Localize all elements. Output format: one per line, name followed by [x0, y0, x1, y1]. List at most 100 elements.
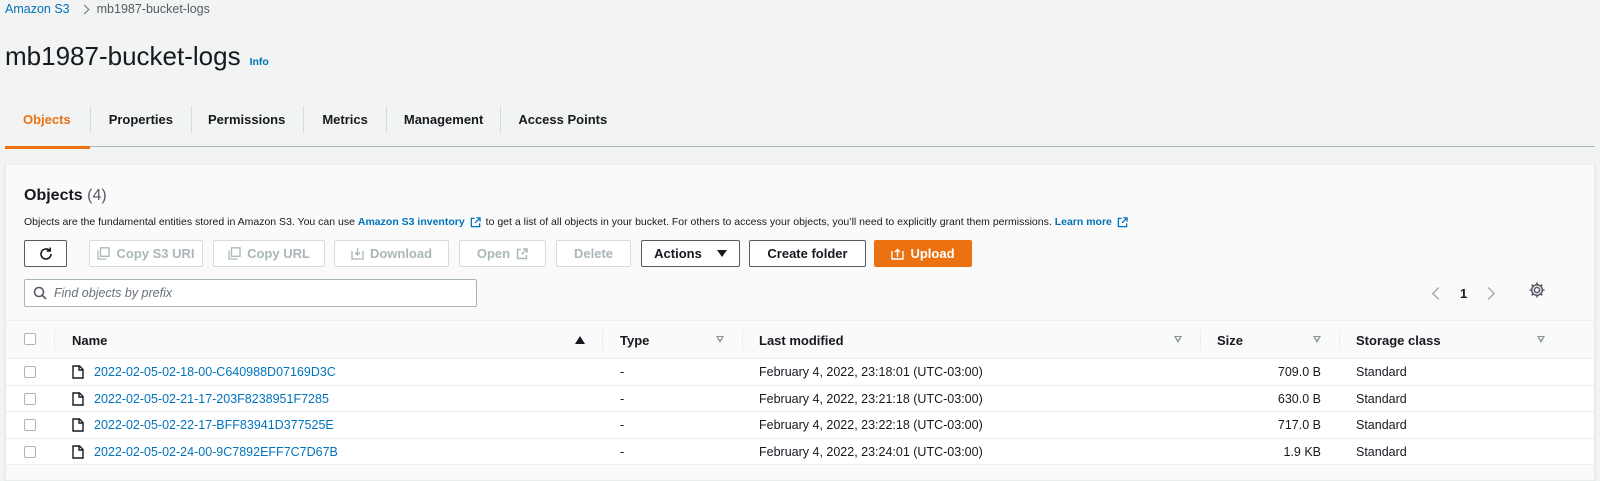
tab-access-points[interactable]: Access Points	[501, 105, 624, 147]
description-text: to get a list of all objects in your buc…	[485, 216, 1052, 228]
gear-icon[interactable]	[1528, 281, 1546, 299]
tab-permissions[interactable]: Permissions	[192, 105, 303, 147]
table-row[interactable]: 2022-02-05-02-22-17-BFF83941D377525E - F…	[6, 412, 1594, 439]
external-link-icon	[516, 247, 528, 259]
create-folder-button[interactable]: Create folder	[749, 240, 866, 267]
objects-description: Objects are the fundamental entities sto…	[24, 216, 1133, 228]
pagination: 1	[1432, 279, 1496, 307]
breadcrumb-chevron-icon	[79, 4, 90, 14]
column-divider	[1200, 330, 1201, 350]
page-title: mb1987-bucket-logs	[5, 41, 241, 71]
row-checkbox[interactable]	[24, 445, 36, 458]
caret-down-icon	[716, 249, 727, 257]
open-button[interactable]: Open	[459, 240, 546, 267]
object-type: -	[620, 418, 625, 432]
tab-label: Access Points	[518, 112, 608, 127]
object-name-link[interactable]: 2022-02-05-02-22-17-BFF83941D377525E	[94, 412, 334, 438]
tab-label: Management	[403, 112, 484, 127]
tab-objects[interactable]: Objects	[5, 105, 90, 149]
page-header: mb1987-bucket-logs Info	[5, 41, 269, 72]
object-name-link[interactable]: 2022-02-05-02-24-00-9C7892EFF7C7D67B	[94, 439, 338, 465]
download-icon	[351, 248, 364, 260]
chevron-left-icon[interactable]	[1432, 286, 1445, 300]
learn-more-link[interactable]: Learn more	[1055, 216, 1112, 228]
object-name-link[interactable]: 2022-02-05-02-18-00-C640988D07169D3C	[94, 359, 336, 385]
delete-button[interactable]: Delete	[556, 240, 631, 267]
object-type: -	[620, 365, 625, 379]
sort-icon[interactable]	[1537, 336, 1545, 343]
object-last-modified: February 4, 2022, 23:24:01 (UTC-03:00)	[759, 444, 983, 459]
s3-inventory-link[interactable]: Amazon S3 inventory	[358, 216, 465, 228]
file-icon	[72, 365, 84, 379]
file-icon	[72, 391, 84, 406]
column-label: Storage class	[1356, 332, 1441, 348]
info-link[interactable]: Info	[250, 56, 269, 68]
column-divider	[602, 330, 603, 350]
copy-icon	[97, 247, 111, 260]
delete-label: Delete	[573, 246, 614, 261]
object-size: 630.0 B	[1277, 391, 1321, 406]
column-header-name[interactable]: Name	[72, 321, 107, 359]
tab-metrics[interactable]: Metrics	[304, 105, 386, 147]
upload-button[interactable]: Upload	[874, 240, 972, 267]
column-divider	[742, 330, 743, 350]
file-icon	[72, 418, 84, 432]
column-header-type[interactable]: Type	[620, 321, 649, 359]
table-row[interactable]: 2022-02-05-02-24-00-9C7892EFF7C7D67B - F…	[6, 438, 1594, 465]
column-header-storage-class[interactable]: Storage class	[1356, 321, 1441, 359]
external-link-icon	[470, 216, 481, 227]
refresh-icon	[39, 247, 52, 260]
download-button[interactable]: Download	[334, 240, 449, 267]
column-header-size[interactable]: Size	[1217, 321, 1243, 359]
search-icon	[33, 286, 47, 300]
external-link-icon	[1117, 216, 1128, 227]
tab-properties[interactable]: Properties	[91, 105, 191, 147]
select-all-checkbox[interactable]	[24, 333, 36, 345]
sort-ascending-icon[interactable]	[575, 336, 585, 344]
column-label: Last modified	[759, 332, 844, 348]
objects-header-title: Objects	[24, 187, 83, 204]
copy-url-button[interactable]: Copy URL	[213, 240, 325, 267]
sort-icon[interactable]	[1313, 336, 1321, 343]
object-storage-class: Standard	[1356, 365, 1407, 379]
tab-bar: Objects Properties Permissions Metrics M…	[5, 105, 1595, 149]
description-text: Objects are the fundamental entities sto…	[24, 216, 355, 228]
refresh-button[interactable]	[24, 240, 67, 267]
tab-label: Objects	[23, 112, 71, 127]
create-folder-label: Create folder	[767, 246, 848, 261]
row-checkbox[interactable]	[24, 392, 36, 405]
column-label: Type	[620, 332, 650, 348]
object-last-modified: February 4, 2022, 23:18:01 (UTC-03:00)	[759, 365, 983, 379]
sort-icon[interactable]	[1174, 336, 1182, 343]
tab-management[interactable]: Management	[387, 105, 500, 147]
object-size: 709.0 B	[1277, 365, 1321, 379]
object-size: 717.0 B	[1277, 418, 1321, 432]
breadcrumb-link-s3[interactable]: Amazon S3	[5, 2, 70, 16]
object-type: -	[620, 391, 625, 406]
table-row[interactable]: 2022-02-05-02-21-17-203F8238951F7285 - F…	[6, 385, 1594, 412]
tab-label: Metrics	[322, 112, 368, 127]
column-header-last-modified[interactable]: Last modified	[759, 321, 844, 359]
objects-header: Objects (4)	[24, 187, 107, 205]
tab-label: Properties	[108, 112, 173, 127]
object-name-link[interactable]: 2022-02-05-02-21-17-203F8238951F7285	[94, 386, 329, 412]
row-checkbox[interactable]	[24, 366, 36, 378]
open-label: Open	[476, 246, 511, 261]
column-divider	[54, 330, 55, 350]
search-box	[24, 279, 477, 307]
row-checkbox[interactable]	[24, 419, 36, 431]
object-storage-class: Standard	[1356, 444, 1407, 459]
chevron-right-icon[interactable]	[1482, 286, 1496, 300]
column-label: Size	[1217, 332, 1244, 348]
sort-icon[interactable]	[716, 336, 724, 343]
actions-dropdown[interactable]: Actions	[641, 240, 740, 267]
objects-table: Name Type Last modified Size Storage cla…	[6, 320, 1594, 465]
breadcrumb-current: mb1987-bucket-logs	[96, 2, 210, 16]
column-divider	[1339, 330, 1340, 350]
page-number[interactable]: 1	[1460, 286, 1467, 301]
copy-s3-uri-button[interactable]: Copy S3 URI	[89, 240, 203, 267]
table-header: Name Type Last modified Size Storage cla…	[6, 320, 1594, 359]
search-input[interactable]	[54, 286, 454, 300]
table-row[interactable]: 2022-02-05-02-18-00-C640988D07169D3C - F…	[6, 359, 1594, 386]
column-label: Name	[72, 332, 108, 348]
